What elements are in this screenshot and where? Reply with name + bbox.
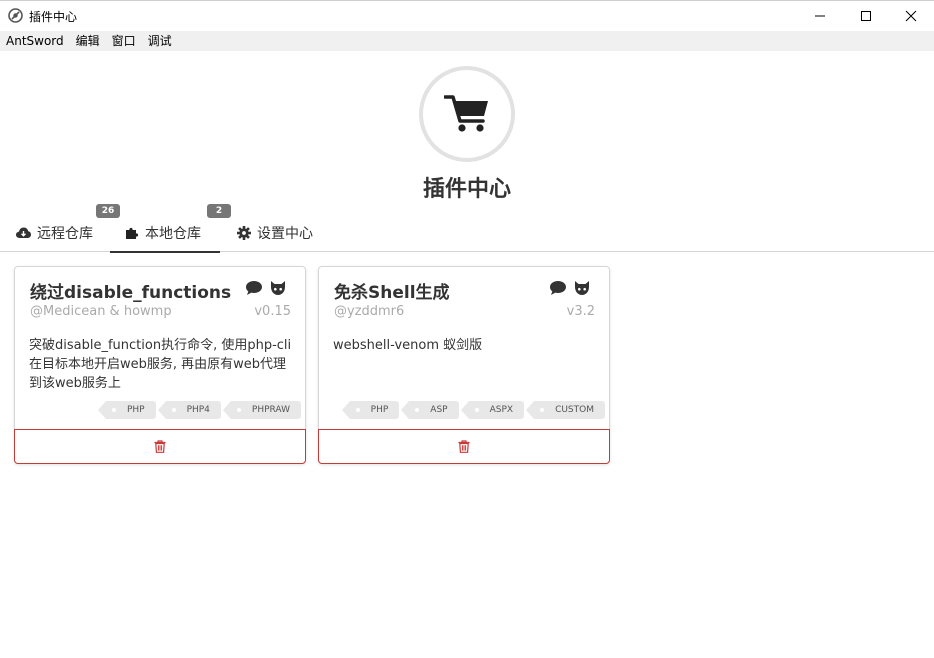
- plugin-description: 突破disable_function执行命令, 使用php-cli在目标本地开启…: [29, 338, 292, 391]
- delete-plugin-button[interactable]: [318, 429, 610, 464]
- plugin-author: @yzddmr6: [334, 304, 405, 319]
- plugin-card: 免杀Shell生成 @yzddmr6 v3.2 webshell-venom 蚁…: [318, 266, 610, 464]
- tab-settings[interactable]: 设置中心: [237, 214, 313, 252]
- plugin-version: v0.15: [254, 304, 291, 319]
- minimize-button[interactable]: [797, 1, 843, 31]
- github-icon[interactable]: [269, 280, 287, 300]
- menu-bar: AntSword 编辑 窗口 调试: [0, 31, 934, 51]
- comment-icon[interactable]: [549, 280, 567, 300]
- tag-aspx: ASPX: [460, 401, 525, 419]
- plugin-tags: PHP ASP ASPX CUSTOM: [341, 401, 605, 419]
- maximize-icon: [861, 11, 871, 21]
- delete-plugin-button[interactable]: [14, 429, 306, 464]
- local-count-badge: 2: [207, 204, 231, 218]
- tab-remote-repo[interactable]: 远程仓库: [16, 214, 93, 252]
- plugin-actions: [549, 280, 591, 300]
- plugin-actions: [245, 280, 287, 300]
- cloud-download-icon: [16, 227, 31, 239]
- plugin-version: v3.2: [566, 304, 595, 319]
- menu-window[interactable]: 窗口: [106, 31, 142, 51]
- tab-remote-label: 远程仓库: [37, 226, 93, 242]
- menu-debug[interactable]: 调试: [142, 31, 178, 51]
- remote-count-badge: 26: [96, 204, 120, 218]
- tag-asp: ASP: [401, 401, 459, 419]
- antsword-app-icon: [8, 8, 23, 23]
- comment-icon[interactable]: [245, 280, 263, 300]
- tab-settings-label: 设置中心: [257, 226, 313, 242]
- plugin-card: 绕过disable_functions @Medicean & howmp v0…: [14, 266, 306, 464]
- close-button[interactable]: [888, 1, 934, 31]
- window-title: 插件中心: [29, 10, 78, 24]
- trash-icon: [458, 440, 470, 453]
- tag-php: PHP: [97, 401, 156, 419]
- trash-icon: [154, 440, 166, 453]
- plugin-author: @Medicean & howmp: [30, 304, 172, 319]
- page-title: 插件中心: [422, 176, 511, 202]
- gear-icon: [237, 226, 251, 240]
- tab-local-repo[interactable]: 本地仓库: [110, 214, 220, 253]
- tag-php4: PHP4: [157, 401, 221, 419]
- plugin-title: 免杀Shell生成: [334, 283, 450, 303]
- minimize-icon: [815, 15, 825, 17]
- plugin-description: webshell-venom 蚁剑版: [333, 338, 483, 353]
- menu-edit[interactable]: 编辑: [70, 31, 106, 51]
- tag-custom: CUSTOM: [526, 401, 605, 419]
- title-bar: 插件中心: [0, 0, 934, 30]
- close-icon: [905, 10, 917, 22]
- plugin-center-logo: [419, 66, 515, 162]
- menu-antsword[interactable]: AntSword: [0, 31, 70, 51]
- puzzle-icon: [126, 226, 139, 239]
- plugin-tags: PHP PHP4 PHPRAW: [97, 401, 301, 419]
- github-icon[interactable]: [573, 280, 591, 300]
- shopping-cart-icon: [444, 95, 488, 132]
- plugin-title: 绕过disable_functions: [30, 283, 232, 303]
- tag-php: PHP: [341, 401, 400, 419]
- tag-phpraw: PHPRAW: [222, 401, 301, 419]
- maximize-button[interactable]: [843, 1, 889, 31]
- repository-tabs: 远程仓库 本地仓库 设置中心: [0, 214, 934, 253]
- tab-local-label: 本地仓库: [145, 225, 201, 242]
